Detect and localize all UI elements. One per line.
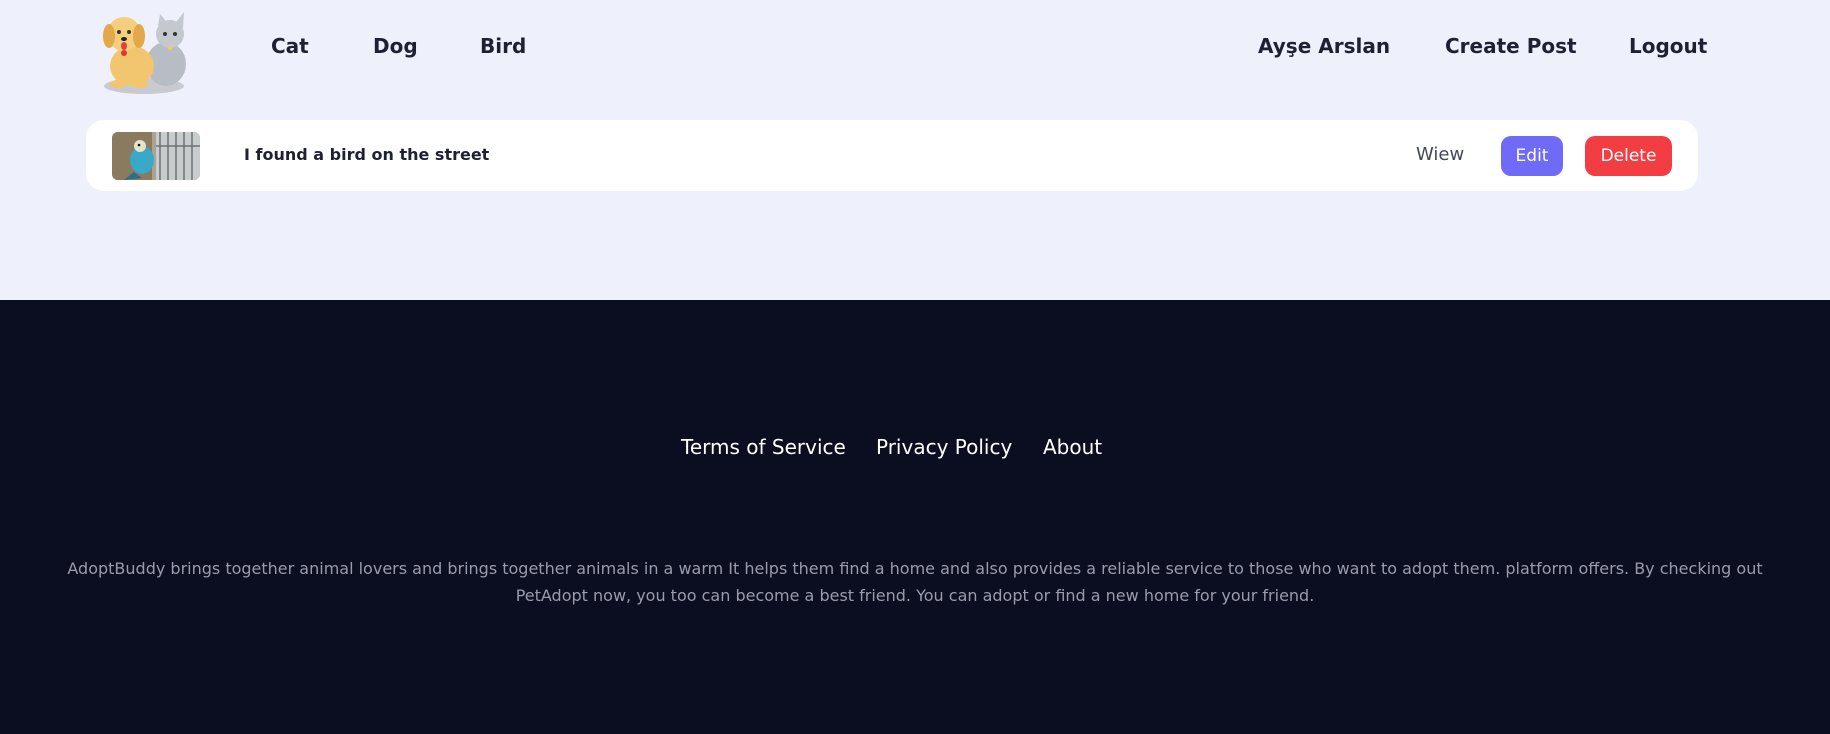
post-thumbnail-bird-image [112, 132, 200, 180]
create-post-link[interactable]: Create Post [1445, 34, 1577, 58]
logo-illustration [103, 12, 186, 94]
edit-post-button[interactable]: Edit [1501, 136, 1563, 176]
nav-cat[interactable]: Cat [271, 34, 309, 58]
post-title: I found a bird on the street [244, 145, 490, 164]
user-name-link[interactable]: Ayşe Arslan [1258, 34, 1390, 58]
header-area: Cat Dog Bird Ayşe Arslan Create Post Log… [0, 0, 1830, 300]
nav-dog[interactable]: Dog [373, 34, 418, 58]
nav-bird[interactable]: Bird [480, 34, 526, 58]
about-link[interactable]: About [1043, 435, 1102, 459]
footer-description: AdoptBuddy brings together animal lovers… [67, 559, 1763, 605]
logo-dog-cat[interactable] [90, 6, 198, 96]
post-card: I found a bird on the street Wiew Edit D… [86, 120, 1698, 191]
terms-of-service-link[interactable]: Terms of Service [681, 435, 846, 459]
delete-post-button[interactable]: Delete [1585, 136, 1672, 176]
logout-link[interactable]: Logout [1629, 34, 1707, 58]
privacy-policy-link[interactable]: Privacy Policy [876, 435, 1012, 459]
footer: Terms of Service Privacy Policy About Ad… [0, 300, 1830, 734]
view-post-link[interactable]: Wiew [1416, 144, 1464, 165]
